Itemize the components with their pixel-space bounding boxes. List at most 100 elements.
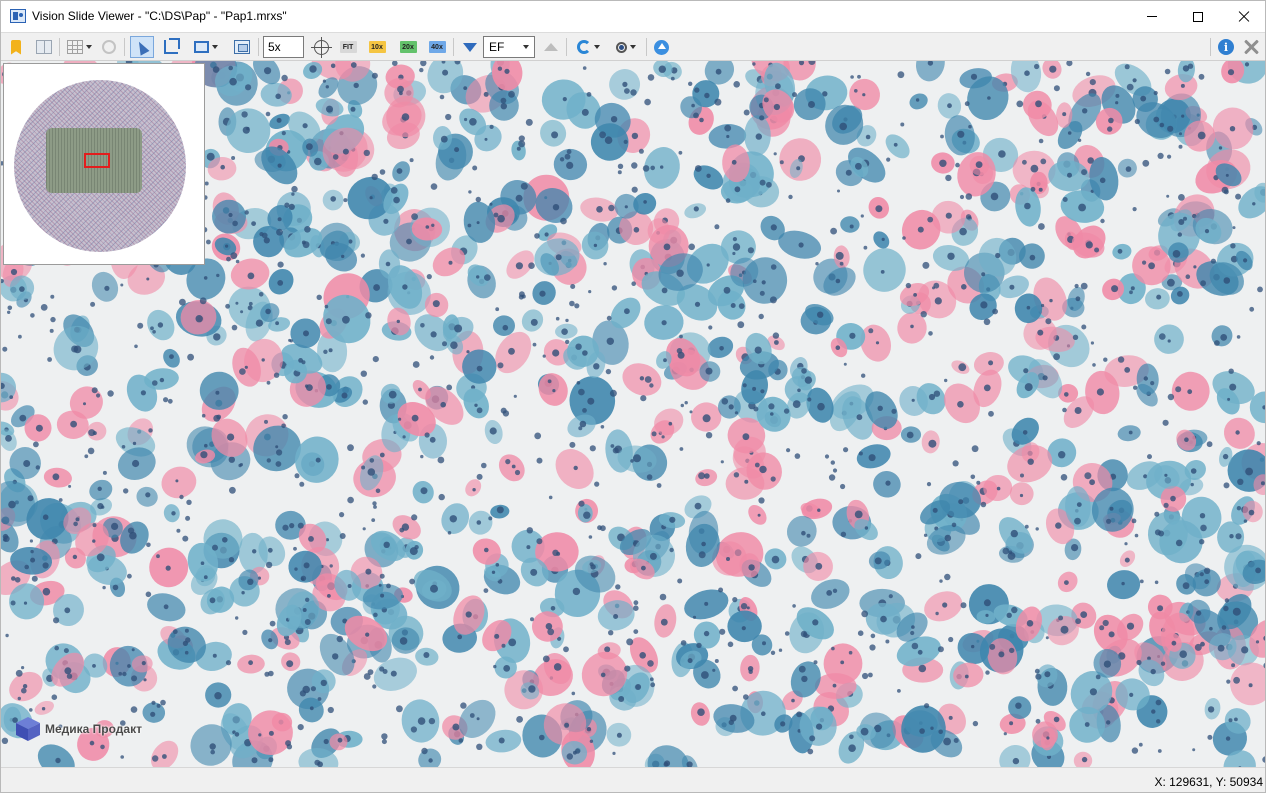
cell-nucleus xyxy=(1153,116,1160,123)
cell-nucleus xyxy=(663,358,667,363)
cell-nucleus xyxy=(726,134,730,139)
inflammatory-cell xyxy=(460,702,467,709)
cell-nucleus xyxy=(251,757,258,764)
cell-nucleus xyxy=(146,277,150,281)
cell-nucleus xyxy=(159,377,165,383)
cell-nucleus xyxy=(553,663,562,671)
crop-tool-button[interactable] xyxy=(161,36,181,58)
inflammatory-cell xyxy=(971,445,979,453)
inflammatory-cell xyxy=(231,324,238,331)
zoom-20x-button[interactable]: 20x xyxy=(398,36,418,58)
cell-nucleus xyxy=(983,384,991,392)
inflammatory-cell xyxy=(84,454,89,459)
cell-nucleus xyxy=(932,507,938,513)
cell-nucleus xyxy=(1225,736,1231,741)
inflammatory-cell xyxy=(915,553,922,560)
select-tool-button[interactable] xyxy=(130,36,154,58)
close-button[interactable] xyxy=(1221,1,1265,32)
inflammatory-cell xyxy=(1228,368,1234,374)
inflammatory-cell xyxy=(1223,605,1229,612)
cell-nucleus xyxy=(75,517,80,522)
slide-viewer[interactable]: Медика Продакт xyxy=(1,61,1265,767)
cell-nucleus xyxy=(699,117,704,123)
cell-nucleus xyxy=(465,611,472,618)
inflammatory-cell xyxy=(837,189,840,193)
inflammatory-cell xyxy=(1262,756,1265,763)
inflammatory-cell xyxy=(402,435,406,439)
inflammatory-cell xyxy=(569,300,575,307)
focus-button[interactable] xyxy=(611,36,641,58)
inflammatory-cell xyxy=(669,547,674,553)
title-bar[interactable]: Vision Slide Viewer - "C:\DS\Pap" - "Pap… xyxy=(1,1,1265,32)
inflammatory-cell xyxy=(646,474,653,480)
cell-nucleus xyxy=(1022,430,1028,435)
cell-nucleus xyxy=(267,547,273,553)
maximize-button[interactable] xyxy=(1175,1,1221,32)
cell-nucleus xyxy=(1029,254,1036,261)
inflammatory-cell xyxy=(15,669,23,677)
cell-nucleus xyxy=(1074,407,1082,414)
inflammatory-cell xyxy=(275,461,282,467)
cell-nucleus xyxy=(463,86,468,90)
inflammatory-cell xyxy=(698,472,706,480)
move-up-button[interactable] xyxy=(541,36,561,58)
cell-nucleus xyxy=(917,226,924,233)
grid-button[interactable] xyxy=(64,36,94,58)
cell-nucleus xyxy=(757,513,761,517)
upload-button[interactable] xyxy=(651,36,671,58)
inflammatory-cell xyxy=(861,373,866,378)
pan-view-button[interactable] xyxy=(231,36,253,58)
cell-nucleus xyxy=(832,683,837,688)
inflammatory-cell xyxy=(536,538,543,545)
tools-button[interactable] xyxy=(1241,36,1261,58)
inflammatory-cell xyxy=(649,677,654,682)
filter-select[interactable]: EF xyxy=(483,36,535,58)
cell-nucleus xyxy=(1042,375,1048,381)
inflammatory-cell xyxy=(201,413,206,418)
zoom-input[interactable]: 5x xyxy=(263,36,304,58)
cell-nucleus xyxy=(268,730,274,736)
overview-viewport-frame[interactable] xyxy=(84,153,110,168)
minimize-button[interactable] xyxy=(1129,1,1175,32)
inflammatory-cell xyxy=(610,444,615,448)
cell-nucleus xyxy=(957,401,964,408)
inflammatory-cell xyxy=(27,495,34,502)
cell-nucleus xyxy=(1096,388,1104,396)
filter-button[interactable] xyxy=(460,36,480,58)
center-view-button[interactable] xyxy=(310,36,332,58)
info-button[interactable]: i xyxy=(1216,36,1236,58)
cell-nucleus xyxy=(1009,284,1015,290)
overview-thumbnail[interactable] xyxy=(3,63,205,265)
bookmark-button[interactable] xyxy=(7,36,25,58)
inflammatory-cell xyxy=(897,689,901,693)
link-button[interactable] xyxy=(99,36,119,58)
rotate-button[interactable] xyxy=(572,36,604,58)
inflammatory-cell xyxy=(199,297,207,305)
split-view-button[interactable] xyxy=(34,36,54,58)
cell-nucleus xyxy=(526,545,531,550)
inflammatory-cell xyxy=(420,454,424,459)
cell xyxy=(498,454,525,482)
inflammatory-cell xyxy=(952,460,959,467)
inflammatory-cell xyxy=(1041,303,1045,308)
inflammatory-cell xyxy=(1159,122,1165,128)
cell-nucleus xyxy=(429,436,436,443)
inflammatory-cell xyxy=(266,380,271,385)
inflammatory-cell xyxy=(1024,524,1029,529)
inflammatory-cell xyxy=(231,156,236,160)
zoom-fit-button[interactable]: FIT xyxy=(338,36,358,58)
cell-nucleus xyxy=(97,486,102,491)
cell-nucleus xyxy=(1151,709,1156,714)
cell-nucleus xyxy=(247,578,254,585)
inflammatory-cell xyxy=(58,498,63,502)
zoom-10x-button[interactable]: 10x xyxy=(367,36,387,58)
cell-nucleus xyxy=(1260,481,1265,486)
cell-nucleus xyxy=(8,500,16,509)
inflammatory-cell xyxy=(644,376,652,383)
region-tool-button[interactable] xyxy=(190,36,222,58)
inflammatory-cell xyxy=(1159,333,1166,340)
cell-nucleus xyxy=(418,387,422,392)
inflammatory-cell xyxy=(571,691,576,696)
zoom-40x-button[interactable]: 40x xyxy=(427,36,447,58)
cell-nucleus xyxy=(649,552,657,560)
